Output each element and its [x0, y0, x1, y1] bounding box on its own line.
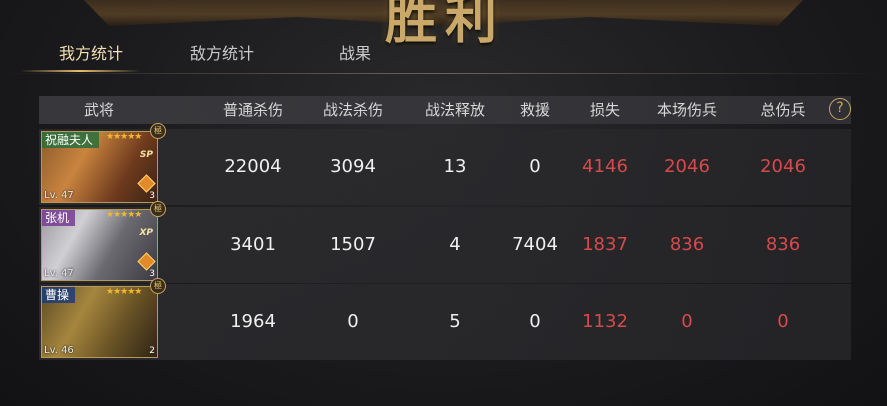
rescue: 7404	[512, 234, 558, 255]
general-level: Lv. 47	[44, 190, 74, 201]
general-card[interactable]: 曹操 ★★★★★ Lv. 46 2	[41, 286, 158, 358]
total-wounded: 836	[765, 234, 801, 255]
normal-damage: 22004	[224, 156, 282, 177]
rescue: 0	[529, 156, 541, 177]
badge-number: 3	[149, 191, 155, 201]
elite-corner-icon: 極	[150, 123, 166, 139]
tab-battle-results[interactable]: 战果	[300, 40, 410, 70]
badge-number: 3	[149, 269, 155, 279]
elite-corner-icon: 極	[150, 201, 166, 217]
tab-our-stats[interactable]: 我方统计	[36, 40, 146, 70]
general-level: Lv. 46	[44, 345, 74, 356]
table-row: 祝融夫人 ★★★★★ SP Lv. 47 3 極 22004 3094 13 0…	[39, 123, 851, 205]
tactic-damage: 3094	[330, 156, 376, 177]
col-normal-damage: 普通杀伤	[222, 101, 283, 119]
col-total-wounded: 总伤兵	[760, 101, 806, 119]
tactic-damage: 0	[347, 311, 359, 332]
general-card[interactable]: 祝融夫人 ★★★★★ SP Lv. 47 3	[41, 131, 158, 203]
sp-tag: SP	[139, 150, 153, 160]
table-header: 武将 普通杀伤 战法杀伤 战法释放 救援 损失 本场伤兵 总伤兵	[39, 96, 851, 124]
col-general: 武将	[83, 101, 114, 119]
star-rating: ★★★★★	[106, 210, 142, 220]
general-name: 张机	[42, 210, 76, 226]
table-row: 曹操 ★★★★★ Lv. 46 2 極 1964 0 5 0 1132 0 0	[39, 278, 851, 360]
badge-number: 2	[149, 346, 155, 356]
col-tactic-casts: 战法释放	[424, 101, 485, 119]
general-card[interactable]: 张机 ★★★★★ XP Lv. 47 3	[41, 209, 158, 281]
star-rating: ★★★★★	[106, 287, 142, 297]
tactic-casts: 4	[449, 234, 461, 255]
total-wounded: 0	[777, 311, 789, 332]
tactic-casts: 5	[449, 311, 461, 332]
help-icon[interactable]: ?	[829, 98, 851, 120]
col-rescue: 救援	[519, 101, 550, 119]
tab-bar: 我方统计 敌方统计 战果	[0, 40, 887, 76]
tactic-casts: 13	[443, 156, 467, 177]
star-rating: ★★★★★	[106, 132, 142, 142]
tactic-damage: 1507	[330, 234, 376, 255]
tab-enemy-stats[interactable]: 敌方统计	[167, 40, 277, 70]
normal-damage: 3401	[230, 234, 276, 255]
total-wounded: 2046	[760, 156, 806, 177]
rescue: 0	[529, 311, 541, 332]
tab-divider	[0, 73, 887, 74]
general-name: 曹操	[42, 287, 76, 303]
col-tactic-damage: 战法杀伤	[322, 101, 383, 119]
table-row: 张机 ★★★★★ XP Lv. 47 3 極 3401 1507 4 7404 …	[39, 201, 851, 283]
general-name: 祝融夫人	[42, 132, 100, 148]
xp-tag: XP	[139, 228, 153, 238]
general-level: Lv. 47	[44, 268, 74, 279]
elite-corner-icon: 極	[150, 278, 166, 294]
active-tab-indicator	[20, 70, 140, 72]
normal-damage: 1964	[230, 311, 276, 332]
